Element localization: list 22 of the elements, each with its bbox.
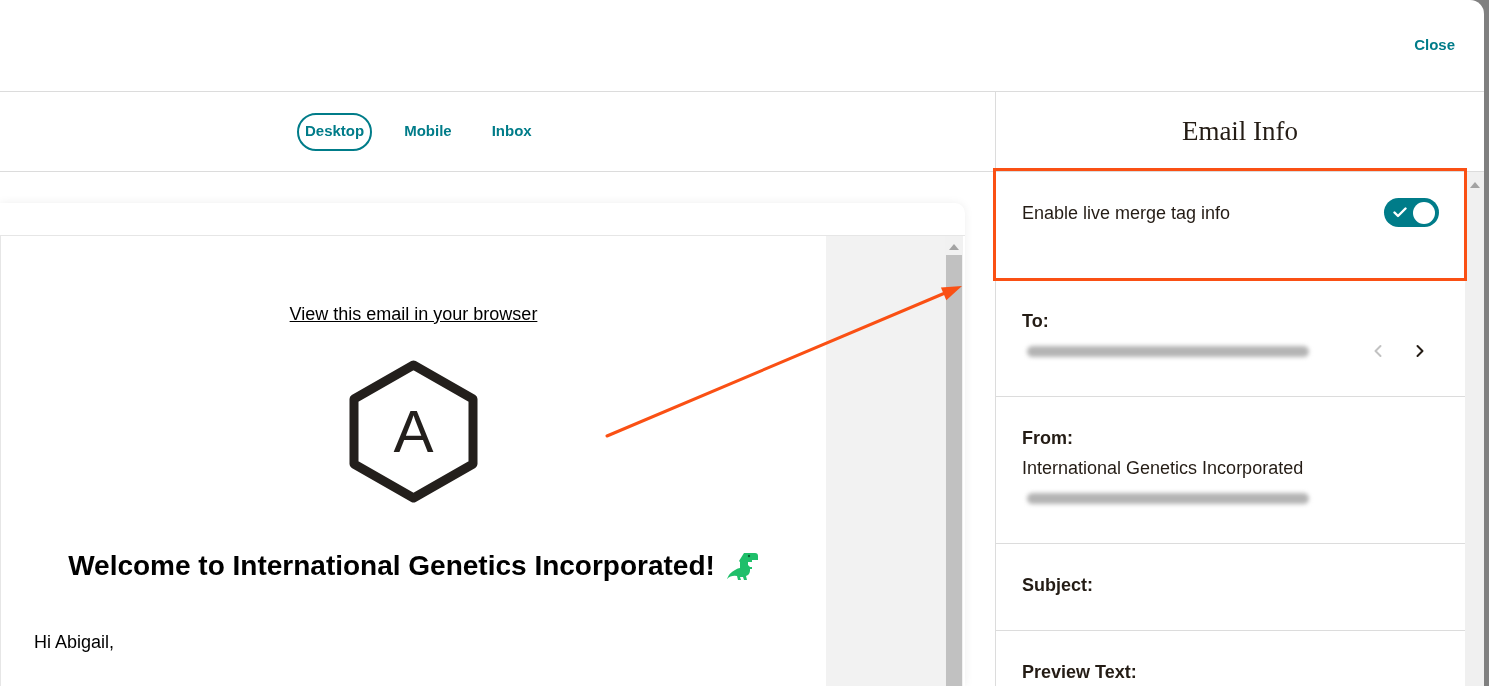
email-heading: Welcome to International Genetics Incorporated! [68,549,715,583]
close-button[interactable]: Close [1414,34,1455,57]
hexagon-icon [349,360,478,503]
preview-tab[interactable]: Mobile [396,112,460,151]
field-value: International Genetics Incorporated [1022,457,1305,480]
field-label: From: [1022,427,1074,449]
toggle-label: Enable live merge tag info [1022,201,1231,224]
scroll-up-arrow-icon[interactable] [949,244,959,250]
preview-tab[interactable]: Desktop [297,112,373,151]
check-icon [1393,207,1407,218]
field-label: Preview Text: [1022,661,1138,683]
dinosaur-icon [726,551,759,581]
merge-tag-toggle[interactable] [1384,198,1439,227]
panel-title: Email Info [1181,115,1299,149]
preview-tab[interactable]: Inbox [483,112,540,151]
scrollbar[interactable] [1465,172,1484,686]
logo-letter: A [393,399,434,464]
scroll-up-arrow-icon[interactable] [1469,182,1480,188]
field-label: Subject: [1022,574,1094,596]
view-in-browser-link[interactable]: View this email in your browser [289,303,538,325]
greeting-text: Hi Abigail, [34,631,115,653]
field-label: To: [1022,310,1050,332]
